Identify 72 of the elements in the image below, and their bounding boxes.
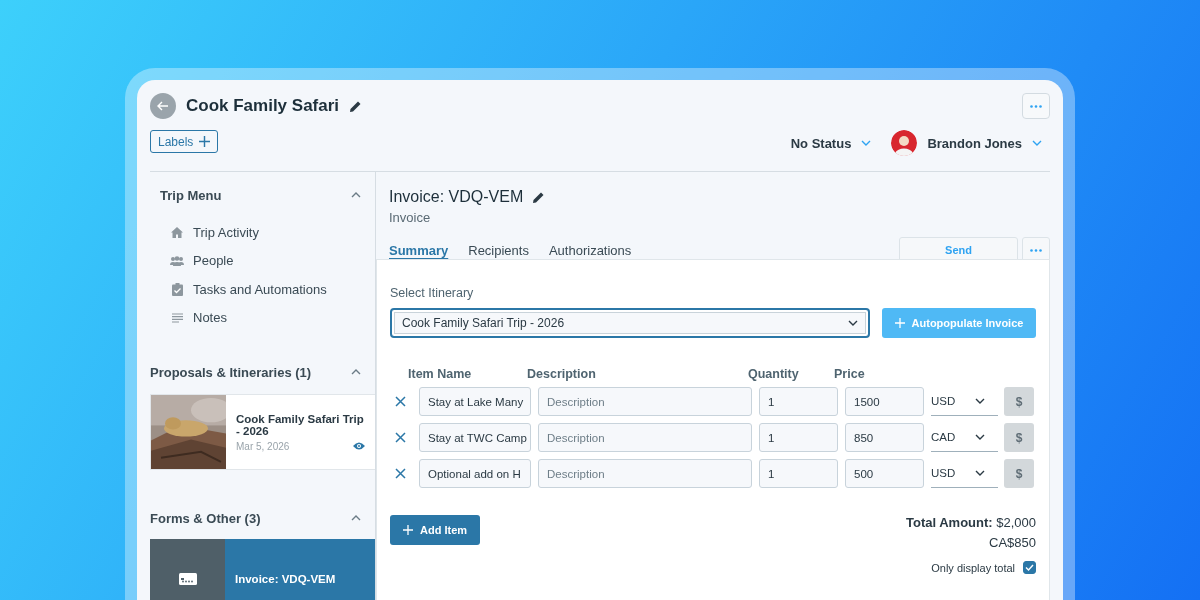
more-icon [1030, 104, 1042, 108]
remove-icon[interactable] [395, 468, 406, 479]
total-amount: Total Amount: $2,000 [905, 515, 1036, 530]
itinerary-dropdown[interactable]: Cook Family Safari Trip - 2026 [390, 308, 870, 338]
remove-icon[interactable] [395, 396, 406, 407]
quantity-field[interactable]: 1 [759, 387, 838, 416]
text-lines-icon [171, 312, 183, 323]
column-header: Item Name [408, 367, 472, 381]
labels-button[interactable]: Labels [150, 130, 219, 153]
more-icon [1030, 248, 1042, 252]
currency-dropdown[interactable]: USD [931, 387, 998, 416]
currency-dropdown[interactable]: CAD [931, 423, 998, 452]
pencil-icon[interactable] [532, 190, 546, 204]
invoice-title: Invoice: VDQ-VEM [389, 188, 524, 206]
item-name-field[interactable]: Stay at Lake Many [419, 387, 531, 416]
clipboard-check-icon [171, 282, 183, 296]
item-name-field[interactable]: Optional add on H [419, 459, 531, 488]
menu-item[interactable]: People [170, 246, 234, 275]
section-title: Proposals & Itineraries (1) [150, 364, 312, 380]
plus-icon [199, 136, 211, 147]
price-field[interactable]: 500 [845, 459, 924, 488]
chevron-up-icon[interactable] [351, 192, 361, 198]
section-title: Trip Menu [160, 187, 222, 203]
menu-item[interactable]: Notes [170, 303, 227, 332]
plus-icon [894, 318, 905, 328]
add-item-button[interactable]: Add Item [390, 515, 480, 545]
tab[interactable]: Recipients [468, 242, 529, 258]
people-icon [170, 255, 184, 266]
home-icon [171, 226, 183, 238]
status-dropdown[interactable]: No Status [790, 135, 852, 151]
tab[interactable]: Authorizations [548, 242, 632, 258]
column-header: Quantity [748, 367, 799, 381]
chevron-down-icon[interactable] [848, 320, 858, 326]
card-date: Mar 5, 2026 [236, 440, 290, 452]
menu-item[interactable]: Trip Activity [170, 218, 259, 247]
section-title: Forms & Other (3) [150, 510, 261, 526]
chevron-down-icon[interactable] [975, 398, 985, 404]
description-field[interactable]: Description [538, 459, 752, 488]
document-icon [178, 573, 197, 585]
quantity-field[interactable]: 1 [759, 459, 838, 488]
trip-title: Cook Family Safari [186, 96, 340, 116]
quantity-field[interactable]: 1 [759, 423, 838, 452]
tab[interactable]: Summary [389, 242, 449, 258]
avatar [891, 130, 918, 156]
total-amount: CA$850 [989, 535, 1036, 550]
chevron-up-icon[interactable] [351, 369, 361, 375]
pencil-icon[interactable] [349, 99, 363, 113]
column-header: Description [527, 367, 596, 381]
user-dropdown[interactable]: Brandon Jones [927, 135, 1022, 151]
plus-icon [402, 525, 413, 535]
chevron-up-icon[interactable] [351, 515, 361, 521]
chevron-down-icon[interactable] [975, 470, 985, 476]
price-field[interactable]: 1500 [845, 387, 924, 416]
chevron-down-icon[interactable] [975, 434, 985, 440]
form-card[interactable]: Invoice: VDQ-VEM [150, 539, 375, 600]
eye-icon[interactable] [353, 442, 365, 450]
checkbox[interactable] [1023, 561, 1036, 574]
checkbox-label: Only display total [931, 561, 1015, 574]
invoice-subtitle: Invoice [389, 210, 432, 225]
menu-item[interactable]: Tasks and Automations [170, 275, 327, 304]
card-title: Invoice: VDQ-VEM [235, 573, 337, 585]
remove-icon[interactable] [395, 432, 406, 443]
field-label: Select Itinerary [390, 286, 475, 300]
column-header: Price [834, 367, 865, 381]
item-name-field[interactable]: Stay at TWC Camp [419, 423, 531, 452]
description-field[interactable]: Description [538, 387, 752, 416]
price-field[interactable]: 850 [845, 423, 924, 452]
currency-dropdown[interactable]: USD [931, 459, 998, 488]
arrow-left-icon [157, 101, 169, 111]
description-field[interactable]: Description [538, 423, 752, 452]
itinerary-card[interactable]: Cook Family Safari Trip - 2026 Mar 5, 2026 [150, 394, 375, 470]
card-title: Cook Family Safari Trip - 2026 [236, 412, 365, 437]
